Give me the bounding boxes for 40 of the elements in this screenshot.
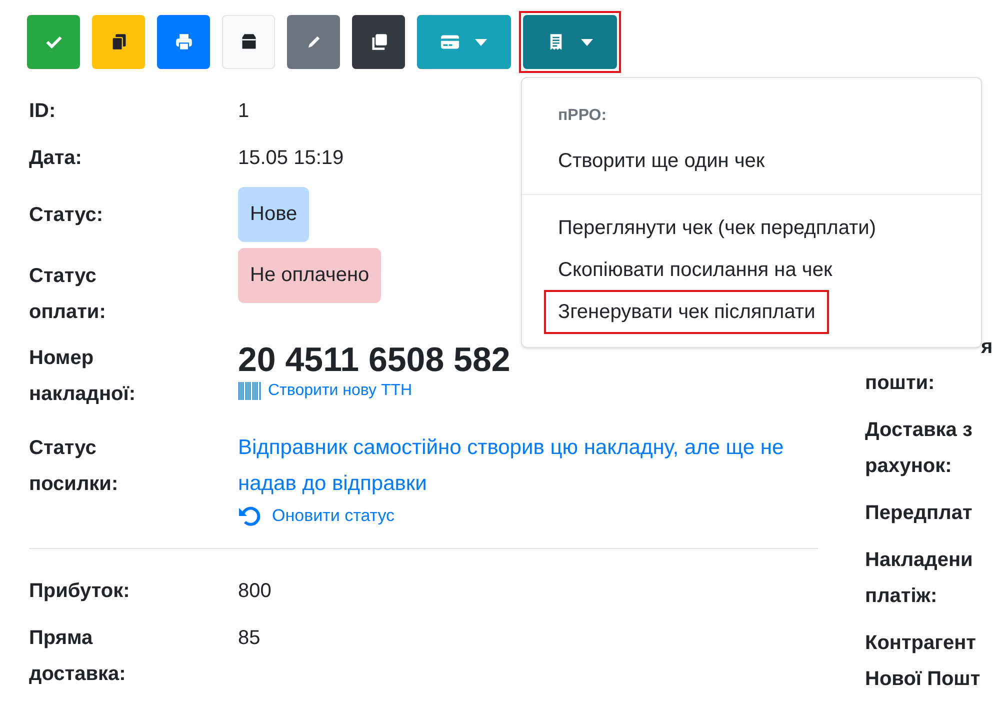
tracking-number: 20 4511 6508 582	[238, 340, 510, 380]
field-label: Номер накладної:	[29, 346, 137, 407]
field-label: Дата:	[29, 146, 83, 171]
field-label: Накладени платіж:	[865, 548, 974, 609]
refresh-icon	[238, 504, 262, 528]
field-label: ID:	[29, 99, 57, 124]
status-badge: Нове	[238, 187, 310, 242]
menu-item[interactable]: Переглянути чек (чек передплати)	[546, 208, 888, 248]
menu-item[interactable]: Згенерувати чек післяплати	[546, 292, 828, 332]
field-value: 800	[238, 579, 272, 604]
field-value: 1	[238, 99, 250, 124]
field-label: Пряма доставка:	[29, 626, 127, 687]
create-ttn-link[interactable]: Створити нову ТТН	[268, 380, 412, 402]
field-label: Доставка з рахунок:	[865, 418, 974, 479]
field-label: Прибуток:	[29, 579, 131, 604]
dropdown-button[interactable]	[417, 15, 511, 69]
print-icon	[174, 33, 192, 51]
clone-icon	[370, 33, 388, 51]
field-label: Статус:	[29, 203, 104, 228]
box-icon	[240, 33, 258, 51]
field-label: пошти:	[865, 371, 935, 396]
field-label: я	[981, 335, 993, 360]
field-label: Передплат	[865, 501, 974, 526]
copy-icon	[110, 33, 128, 51]
refresh-status-link[interactable]: Оновити статус	[272, 504, 395, 528]
caret-icon	[581, 38, 593, 46]
menu-item[interactable]: Скопіювати посилання на чек	[546, 250, 844, 290]
parcel-status: Відправник самостійно створив цю накладну, але ще не надав до відправки	[238, 435, 785, 497]
field-value: 15.05 15:19	[238, 146, 344, 171]
barcode-icon	[238, 382, 262, 400]
field-label: Статус посилки:	[29, 436, 120, 497]
status-badge: Не оплачено	[238, 248, 382, 303]
menu-header: пРРО:	[557, 106, 608, 126]
credit-card-icon	[441, 33, 459, 51]
field-label: Контрагент Нової Пошт	[865, 631, 982, 692]
caret-icon	[475, 38, 487, 46]
menu-item[interactable]: Створити ще один чек	[546, 141, 777, 181]
field-value: 85	[238, 626, 260, 651]
toolbar-button[interactable]	[352, 15, 405, 69]
field-label: Статус оплати:	[29, 264, 107, 325]
